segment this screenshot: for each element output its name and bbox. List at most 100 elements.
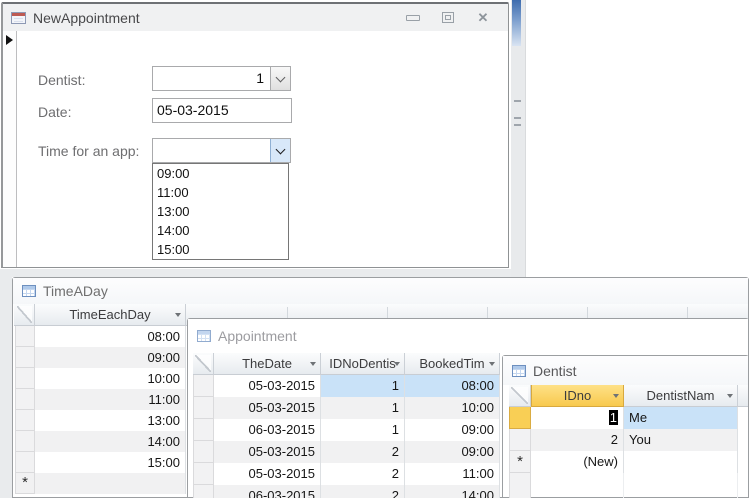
record-selector[interactable] (193, 463, 214, 485)
column-header-thedate[interactable]: TheDate (214, 353, 321, 375)
dropdown-arrow-icon[interactable] (175, 313, 181, 317)
record-selector[interactable] (193, 485, 214, 498)
time-combobox-dropdown-button[interactable] (270, 139, 290, 162)
record-selector[interactable] (15, 431, 35, 452)
dentist-window: Dentist IDno DentistNam 1 Me 2 You * (Ne… (502, 355, 749, 498)
form-record-selector-bar[interactable] (3, 31, 17, 267)
cell-timeeachday-new[interactable] (35, 473, 186, 494)
column-header-label: DentistNam (646, 388, 715, 403)
date-field-value: 05-03-2015 (157, 102, 229, 118)
cell-idno-active[interactable]: 1 (531, 407, 624, 429)
form-detail-area: Dentist: 1 Date: 05-03-2015 Time for an … (3, 31, 508, 267)
record-selector[interactable] (509, 429, 531, 451)
cell-bookedtim[interactable]: 09:00 (405, 419, 500, 441)
table-row: 10:00 (15, 368, 186, 389)
timeaday-titlebar[interactable]: TimeADay (13, 278, 748, 304)
column-header-idnodentis[interactable]: IDNoDentis (321, 353, 405, 375)
cell-dentistnam-new[interactable] (624, 451, 738, 473)
close-button[interactable] (472, 10, 494, 25)
chevron-down-icon (275, 144, 286, 154)
cell-bookedtim[interactable]: 10:00 (405, 397, 500, 419)
background-artifact (514, 100, 521, 102)
table-row: 11:00 (15, 389, 186, 410)
dropdown-arrow-icon[interactable] (727, 394, 733, 398)
select-all-corner[interactable] (15, 304, 35, 326)
cell-dentistnam-selected[interactable]: Me (624, 407, 738, 429)
record-selector[interactable] (15, 389, 35, 410)
cell-bookedtim[interactable]: 14:00 (405, 485, 500, 498)
record-selector[interactable] (193, 375, 214, 397)
time-option[interactable]: 09:00 (153, 164, 288, 183)
dropdown-arrow-icon[interactable] (394, 362, 400, 366)
cell-timeeachday[interactable]: 10:00 (35, 368, 186, 389)
new-record-selector[interactable]: * (15, 473, 35, 494)
cell-thedate[interactable]: 06-03-2015 (214, 419, 321, 441)
newappointment-titlebar[interactable]: NewAppointment (3, 4, 508, 32)
table-row: 2 You (509, 429, 738, 451)
dropdown-arrow-icon[interactable] (613, 394, 619, 398)
new-record-selector[interactable]: * (509, 451, 531, 473)
cell-idnodentis[interactable]: 2 (321, 485, 405, 498)
dropdown-arrow-icon[interactable] (310, 362, 316, 366)
column-header-bookedtim[interactable]: BookedTim (405, 353, 500, 375)
record-selector[interactable] (193, 397, 214, 419)
cell-timeeachday[interactable]: 09:00 (35, 347, 186, 368)
column-header-idno-active[interactable]: IDno (531, 385, 624, 407)
cell-thedate[interactable]: 05-03-2015 (214, 375, 321, 397)
restore-button[interactable] (437, 10, 459, 25)
table-row: 05-03-2015 1 08:00 (193, 375, 500, 397)
cell-bookedtim[interactable]: 09:00 (405, 441, 500, 463)
cell-thedate[interactable]: 05-03-2015 (214, 463, 321, 485)
cell-timeeachday[interactable]: 08:00 (35, 326, 186, 347)
cell-idno[interactable]: 2 (531, 429, 624, 451)
record-selector[interactable] (193, 419, 214, 441)
column-header-timeeachday[interactable]: TimeEachDay (35, 304, 186, 326)
appointment-titlebar[interactable]: Appointment (188, 319, 748, 353)
cell-idno-new[interactable]: (New) (531, 451, 624, 473)
cell-timeeachday[interactable]: 13:00 (35, 410, 186, 431)
cell-dentistnam[interactable]: You (624, 429, 738, 451)
time-option[interactable]: 11:00 (153, 183, 288, 202)
cell-timeeachday[interactable]: 15:00 (35, 452, 186, 473)
newappointment-window: NewAppointment Dentist: 1 Date: 05-03-20… (1, 2, 509, 268)
time-option[interactable]: 13:00 (153, 202, 288, 221)
date-field[interactable]: 05-03-2015 (152, 98, 292, 123)
record-selector[interactable] (193, 441, 214, 463)
select-all-corner[interactable] (193, 353, 214, 375)
cell-timeeachday[interactable]: 14:00 (35, 431, 186, 452)
record-selector[interactable] (15, 326, 35, 347)
record-selector[interactable] (15, 347, 35, 368)
record-selector-filler (509, 473, 531, 498)
column-header-label: TheDate (242, 356, 292, 371)
cell-idnodentis[interactable]: 1 (321, 397, 405, 419)
table-row: 09:00 (15, 347, 186, 368)
cell-idnodentis[interactable]: 1 (321, 419, 405, 441)
minimize-button[interactable] (402, 10, 424, 25)
time-combobox[interactable] (152, 138, 291, 163)
time-option[interactable]: 15:00 (153, 240, 288, 259)
current-record-selector[interactable] (509, 407, 531, 429)
record-selector[interactable] (15, 452, 35, 473)
dentist-combobox[interactable]: 1 (152, 66, 291, 91)
cell-idnodentis[interactable]: 2 (321, 463, 405, 485)
cell-thedate[interactable]: 05-03-2015 (214, 397, 321, 419)
cell-timeeachday[interactable]: 11:00 (35, 389, 186, 410)
column-header-label: IDno (563, 388, 592, 403)
dentist-titlebar[interactable]: Dentist (503, 356, 748, 385)
cell-bookedtim[interactable]: 11:00 (405, 463, 500, 485)
cell-thedate[interactable]: 05-03-2015 (214, 441, 321, 463)
cell-idnodentis-selected[interactable]: 1 (321, 375, 405, 397)
dentist-combobox-dropdown-button[interactable] (270, 67, 290, 90)
cell-thedate[interactable]: 06-03-2015 (214, 485, 321, 498)
column-header-dentistnam[interactable]: DentistNam (624, 385, 738, 407)
record-selector[interactable] (15, 410, 35, 431)
select-all-corner[interactable] (509, 385, 531, 407)
cell-bookedtim-selected[interactable]: 08:00 (405, 375, 500, 397)
record-selector[interactable] (15, 368, 35, 389)
empty-cell (531, 473, 624, 498)
time-option[interactable]: 14:00 (153, 221, 288, 240)
cell-idnodentis[interactable]: 2 (321, 441, 405, 463)
dropdown-arrow-icon[interactable] (489, 362, 495, 366)
column-header-label: TimeEachDay (69, 307, 151, 322)
new-record-icon: * (22, 474, 28, 491)
